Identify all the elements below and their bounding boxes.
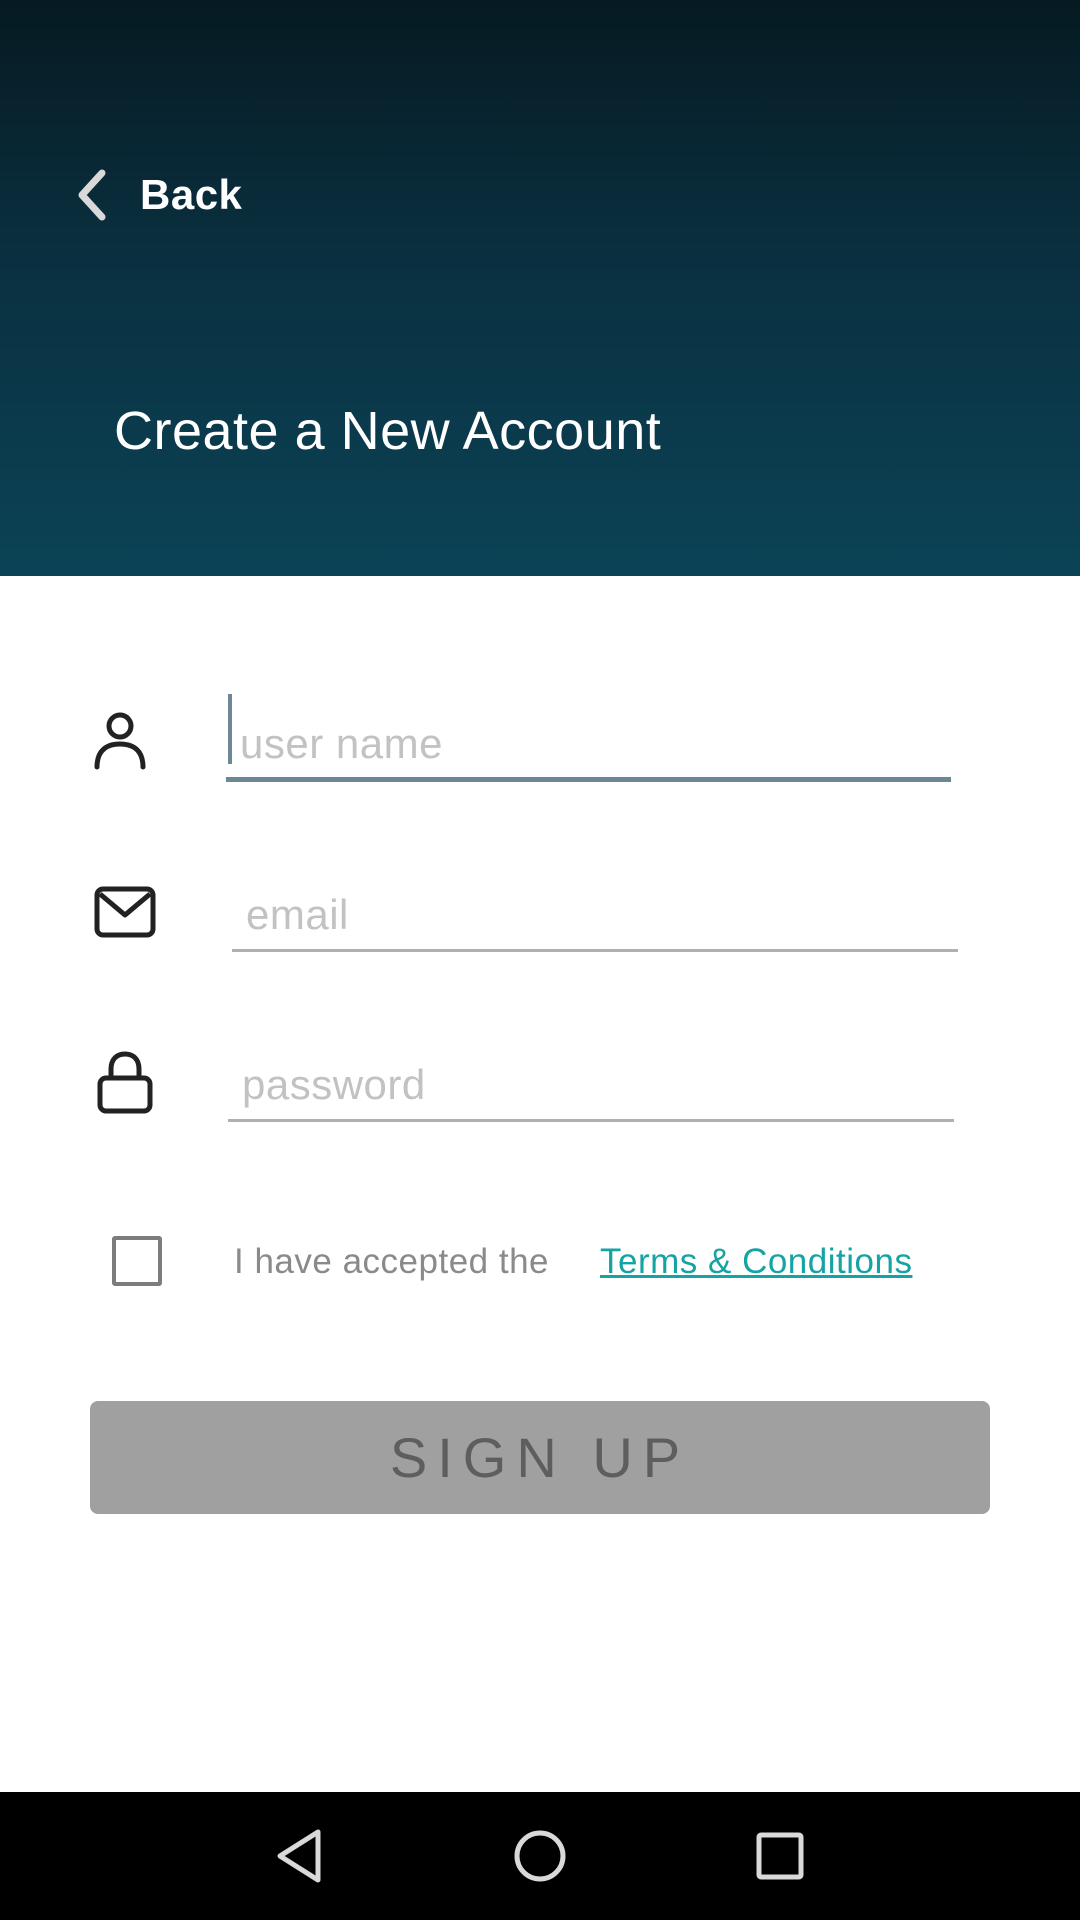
header: Back Create a New Account xyxy=(0,0,1080,576)
username-row xyxy=(0,694,1080,800)
terms-text: I have accepted the xyxy=(234,1242,549,1281)
back-label: Back xyxy=(140,171,243,218)
username-input[interactable] xyxy=(226,714,951,782)
home-nav-icon[interactable] xyxy=(510,1826,570,1886)
recents-nav-icon[interactable] xyxy=(750,1826,810,1886)
terms-row: I have accepted the Terms & Conditions xyxy=(0,1236,1080,1294)
page-title: Create a New Account xyxy=(114,401,662,461)
user-icon xyxy=(94,712,146,770)
chevron-left-icon xyxy=(78,169,106,221)
back-button[interactable]: Back xyxy=(72,162,242,228)
password-row xyxy=(0,1040,1080,1140)
terms-checkbox[interactable] xyxy=(112,1236,162,1286)
lock-icon xyxy=(97,1051,153,1114)
navigation-bar xyxy=(0,1792,1080,1920)
email-input[interactable] xyxy=(232,884,958,952)
password-input[interactable] xyxy=(228,1054,954,1122)
terms-link[interactable]: Terms & Conditions xyxy=(600,1242,912,1282)
back-nav-icon[interactable] xyxy=(270,1826,330,1886)
email-row xyxy=(0,872,1080,972)
signup-screen: Back Create a New Account I have accepte… xyxy=(0,0,1080,1920)
envelope-icon xyxy=(94,886,156,938)
sign-up-button[interactable]: SIGN UP xyxy=(90,1401,990,1514)
